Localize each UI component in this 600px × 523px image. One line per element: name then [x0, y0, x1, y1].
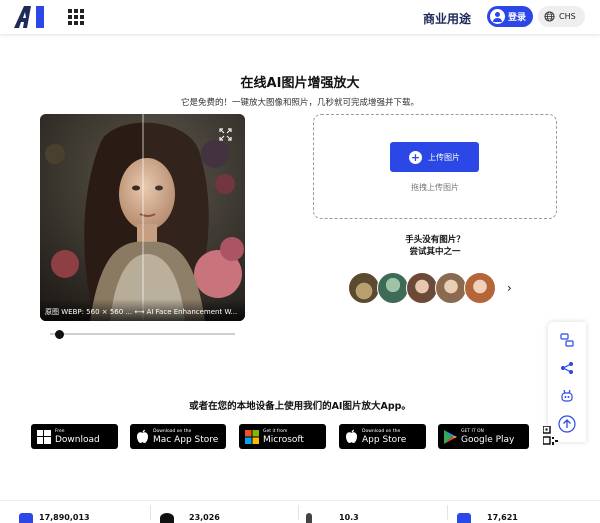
sample-image[interactable]: [435, 272, 467, 304]
login-label: 登录: [508, 13, 527, 23]
page-title: 在线AI图片增强放大: [240, 76, 360, 91]
google-play-button[interactable]: GET IT ON Google Play: [438, 424, 529, 449]
sample-image[interactable]: [348, 272, 380, 304]
sample-image[interactable]: [406, 272, 438, 304]
chevron-right-icon[interactable]: ›: [507, 281, 512, 295]
feedback-icon[interactable]: [557, 330, 577, 350]
comparison-preview[interactable]: 原图 WEBP: 560 × 560 ... ⟷ AI Face Enhance…: [40, 114, 245, 321]
share-icon[interactable]: [557, 358, 577, 378]
user-icon: [490, 9, 505, 24]
language-label: CHS: [559, 12, 576, 21]
sample-image[interactable]: [464, 272, 496, 304]
fullscreen-icon[interactable]: [219, 128, 232, 141]
store-big-label: Microsoft: [263, 434, 304, 445]
apple-icon: [346, 429, 357, 443]
sample-image[interactable]: [377, 272, 409, 304]
google-play-icon: [444, 429, 457, 444]
upload-image-button[interactable]: + 上传图片: [390, 142, 479, 172]
stat-value: 17,621: [487, 513, 518, 522]
portrait-image: [40, 114, 245, 321]
stats-bar: 17,890,013 23,026 10.3 17,621: [0, 500, 600, 523]
apps-heading: 或者在您的本地设备上使用我们的AI图片放大App。: [189, 401, 411, 412]
sample-prompt-line1: 手头没有图片？: [405, 235, 465, 245]
stat-value: 10.3: [339, 513, 359, 522]
qr-code-icon[interactable]: [543, 426, 559, 446]
globe-icon: [544, 11, 555, 22]
mac-app-store-button[interactable]: Download on the Mac App Store: [130, 424, 226, 449]
drag-upload-hint: 拖拽上传图片: [411, 183, 459, 192]
scroll-top-icon[interactable]: [557, 414, 577, 434]
users-icon: [19, 513, 33, 523]
language-button[interactable]: CHS: [538, 6, 585, 27]
app-store-button[interactable]: Download on the App Store: [339, 424, 426, 449]
stat-value: 17,890,013: [39, 513, 90, 522]
upload-button-label: 上传图片: [428, 152, 460, 162]
microsoft-icon: [245, 429, 259, 444]
comparison-slider-handle[interactable]: [54, 330, 64, 339]
nav-business-use[interactable]: 商业用途: [423, 10, 471, 27]
store-big-label: Google Play: [461, 434, 515, 445]
site-logo[interactable]: [12, 5, 50, 29]
sample-prompt: 手头没有图片？ 尝试其中之一: [313, 234, 557, 258]
storage-icon: [306, 513, 312, 523]
floating-toolbar: [548, 322, 586, 442]
store-small-label: Download on the: [362, 428, 401, 434]
stat-value: 23,026: [189, 513, 220, 522]
microsoft-store-button[interactable]: Get it from Microsoft: [239, 424, 326, 449]
store-big-label: App Store: [362, 434, 407, 445]
page-subtitle: 它是免费的！一键放大图像和照片，几秒就可完成增强并下载。: [180, 98, 419, 108]
login-button[interactable]: 登录: [487, 6, 533, 27]
apps-grid-icon[interactable]: [68, 9, 84, 25]
top-header: 商业用途 登录 CHS: [0, 0, 600, 34]
windows-download-button[interactable]: Free Download: [31, 424, 118, 449]
plus-icon: +: [409, 150, 422, 164]
image-count-icon: [160, 513, 174, 523]
windows-icon: [37, 429, 51, 444]
apple-icon: [137, 429, 148, 443]
preview-caption: 原图 WEBP: 560 × 560 ... ⟷ AI Face Enhance…: [40, 299, 245, 321]
rating-icon: [457, 513, 471, 523]
store-big-label: Mac App Store: [153, 434, 219, 445]
store-big-label: Download: [55, 434, 100, 445]
comparison-slider-track[interactable]: [50, 333, 235, 335]
sample-prompt-line2: 尝试其中之一: [409, 247, 461, 257]
